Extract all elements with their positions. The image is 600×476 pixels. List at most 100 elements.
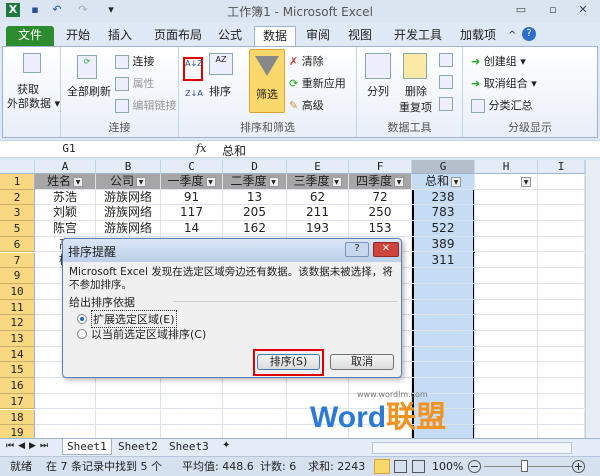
- zoom-in-icon[interactable]: +: [572, 460, 585, 473]
- cell[interactable]: [161, 393, 223, 410]
- advanced-button[interactable]: 高级: [302, 99, 324, 112]
- row-header-16[interactable]: 16: [0, 378, 35, 394]
- dialog-help-button[interactable]: ?: [345, 242, 369, 257]
- cell[interactable]: [475, 268, 538, 284]
- cell[interactable]: [412, 362, 475, 379]
- what-if-icon[interactable]: [439, 97, 453, 111]
- cell[interactable]: [538, 299, 585, 316]
- filter-dropdown-icon[interactable]: ▼: [73, 176, 83, 187]
- cancel-button[interactable]: 取消: [330, 354, 394, 370]
- row-header-7[interactable]: 7: [0, 252, 35, 269]
- cell[interactable]: [538, 409, 585, 426]
- sort-button[interactable]: 排序: [209, 83, 231, 99]
- cell[interactable]: 游族网络: [96, 221, 161, 237]
- column-header-G[interactable]: G: [412, 160, 475, 174]
- cell[interactable]: [538, 236, 585, 253]
- zoom-out-icon[interactable]: −: [468, 460, 481, 473]
- cell[interactable]: [35, 393, 96, 410]
- cell[interactable]: [96, 378, 161, 394]
- select-all-corner[interactable]: [0, 160, 35, 174]
- cell[interactable]: [35, 425, 96, 438]
- cell[interactable]: [161, 425, 223, 438]
- cell[interactable]: [475, 393, 538, 410]
- cell[interactable]: [35, 409, 96, 426]
- sheet-tab-3[interactable]: Sheet3: [165, 439, 213, 455]
- column-header-B[interactable]: B: [96, 160, 161, 174]
- radio-unselected[interactable]: [77, 329, 87, 339]
- filter-button[interactable]: 筛选: [249, 49, 285, 113]
- tab-data[interactable]: 数据: [254, 26, 296, 46]
- collapse-ribbon-icon[interactable]: ^: [508, 30, 516, 41]
- cell[interactable]: 193: [287, 221, 349, 237]
- restore-button[interactable]: ▫: [544, 3, 562, 19]
- row-header-18[interactable]: 18: [0, 409, 35, 426]
- column-header-F[interactable]: F: [349, 160, 412, 174]
- cell[interactable]: 311: [412, 252, 475, 269]
- cell[interactable]: [475, 362, 538, 379]
- insert-sheet-icon[interactable]: ✦: [222, 440, 230, 451]
- cell[interactable]: [475, 315, 538, 331]
- row-header-17[interactable]: 17: [0, 393, 35, 410]
- remove-duplicates-button[interactable]: 删除: [405, 83, 427, 99]
- sheet-tab-1[interactable]: Sheet1: [62, 439, 112, 455]
- cell[interactable]: 陈宫: [35, 221, 96, 237]
- cell[interactable]: [223, 409, 287, 426]
- row-header-5[interactable]: 5: [0, 221, 35, 237]
- filter-dropdown-icon[interactable]: ▼: [268, 176, 279, 187]
- tab-developer[interactable]: 开发工具: [388, 26, 448, 46]
- tab-home[interactable]: 开始: [60, 26, 96, 46]
- sort-confirm-button[interactable]: 排序(S): [257, 354, 320, 370]
- sort-ascending-button[interactable]: A↓Z: [183, 57, 203, 81]
- header-cell[interactable]: 二季度 ▼: [223, 174, 287, 190]
- cell[interactable]: 250: [349, 205, 412, 222]
- column-header-C[interactable]: C: [161, 160, 223, 174]
- page-layout-view-icon[interactable]: [394, 460, 407, 473]
- cell[interactable]: 205: [223, 205, 287, 222]
- cell[interactable]: [538, 283, 585, 300]
- page-break-view-icon[interactable]: [412, 460, 425, 473]
- cell[interactable]: [538, 393, 585, 410]
- row-header-15[interactable]: 15: [0, 362, 35, 379]
- zoom-slider-thumb[interactable]: [521, 460, 528, 472]
- connections-button[interactable]: 连接: [133, 55, 155, 68]
- filter-dropdown-icon[interactable]: ▼: [331, 176, 342, 187]
- column-header-E[interactable]: E: [287, 160, 349, 174]
- properties-button[interactable]: 属性: [133, 77, 155, 90]
- cell[interactable]: 238: [412, 189, 475, 206]
- cell[interactable]: [412, 283, 475, 300]
- cell[interactable]: 522: [412, 221, 475, 237]
- cell[interactable]: 153: [349, 221, 412, 237]
- name-box[interactable]: G1: [4, 142, 134, 157]
- cell[interactable]: 211: [287, 205, 349, 222]
- radio-selected[interactable]: [77, 314, 87, 324]
- cell[interactable]: [538, 331, 585, 347]
- column-header-I[interactable]: I: [538, 160, 585, 174]
- cell[interactable]: 14: [161, 221, 223, 237]
- filter-dropdown-icon[interactable]: ▼: [394, 176, 404, 187]
- header-cell[interactable]: 四季度 ▼: [349, 174, 412, 190]
- cell[interactable]: [412, 268, 475, 284]
- normal-view-icon[interactable]: [374, 459, 390, 474]
- row-header-2[interactable]: 2: [0, 189, 35, 206]
- cell[interactable]: [538, 268, 585, 284]
- help-icon[interactable]: ?: [522, 27, 536, 41]
- tab-page-layout[interactable]: 页面布局: [148, 26, 208, 46]
- clear-button[interactable]: 清除: [302, 55, 324, 68]
- subtotal-button[interactable]: 分类汇总: [489, 99, 533, 112]
- filter-dropdown-icon[interactable]: ▼: [451, 176, 461, 187]
- header-cell[interactable]: ▼: [475, 174, 538, 190]
- cell[interactable]: [96, 393, 161, 410]
- cell[interactable]: [475, 221, 538, 237]
- tab-insert[interactable]: 插入: [102, 26, 138, 46]
- cell[interactable]: [475, 331, 538, 347]
- cell[interactable]: 13: [223, 189, 287, 206]
- cell[interactable]: [538, 425, 585, 438]
- column-header-D[interactable]: D: [223, 160, 287, 174]
- cell[interactable]: 162: [223, 221, 287, 237]
- cell[interactable]: [538, 252, 585, 269]
- cell[interactable]: [96, 425, 161, 438]
- row-header-3[interactable]: 3: [0, 205, 35, 222]
- cell[interactable]: 游族网络: [96, 189, 161, 206]
- cell[interactable]: [475, 252, 538, 269]
- cell[interactable]: 783: [412, 205, 475, 222]
